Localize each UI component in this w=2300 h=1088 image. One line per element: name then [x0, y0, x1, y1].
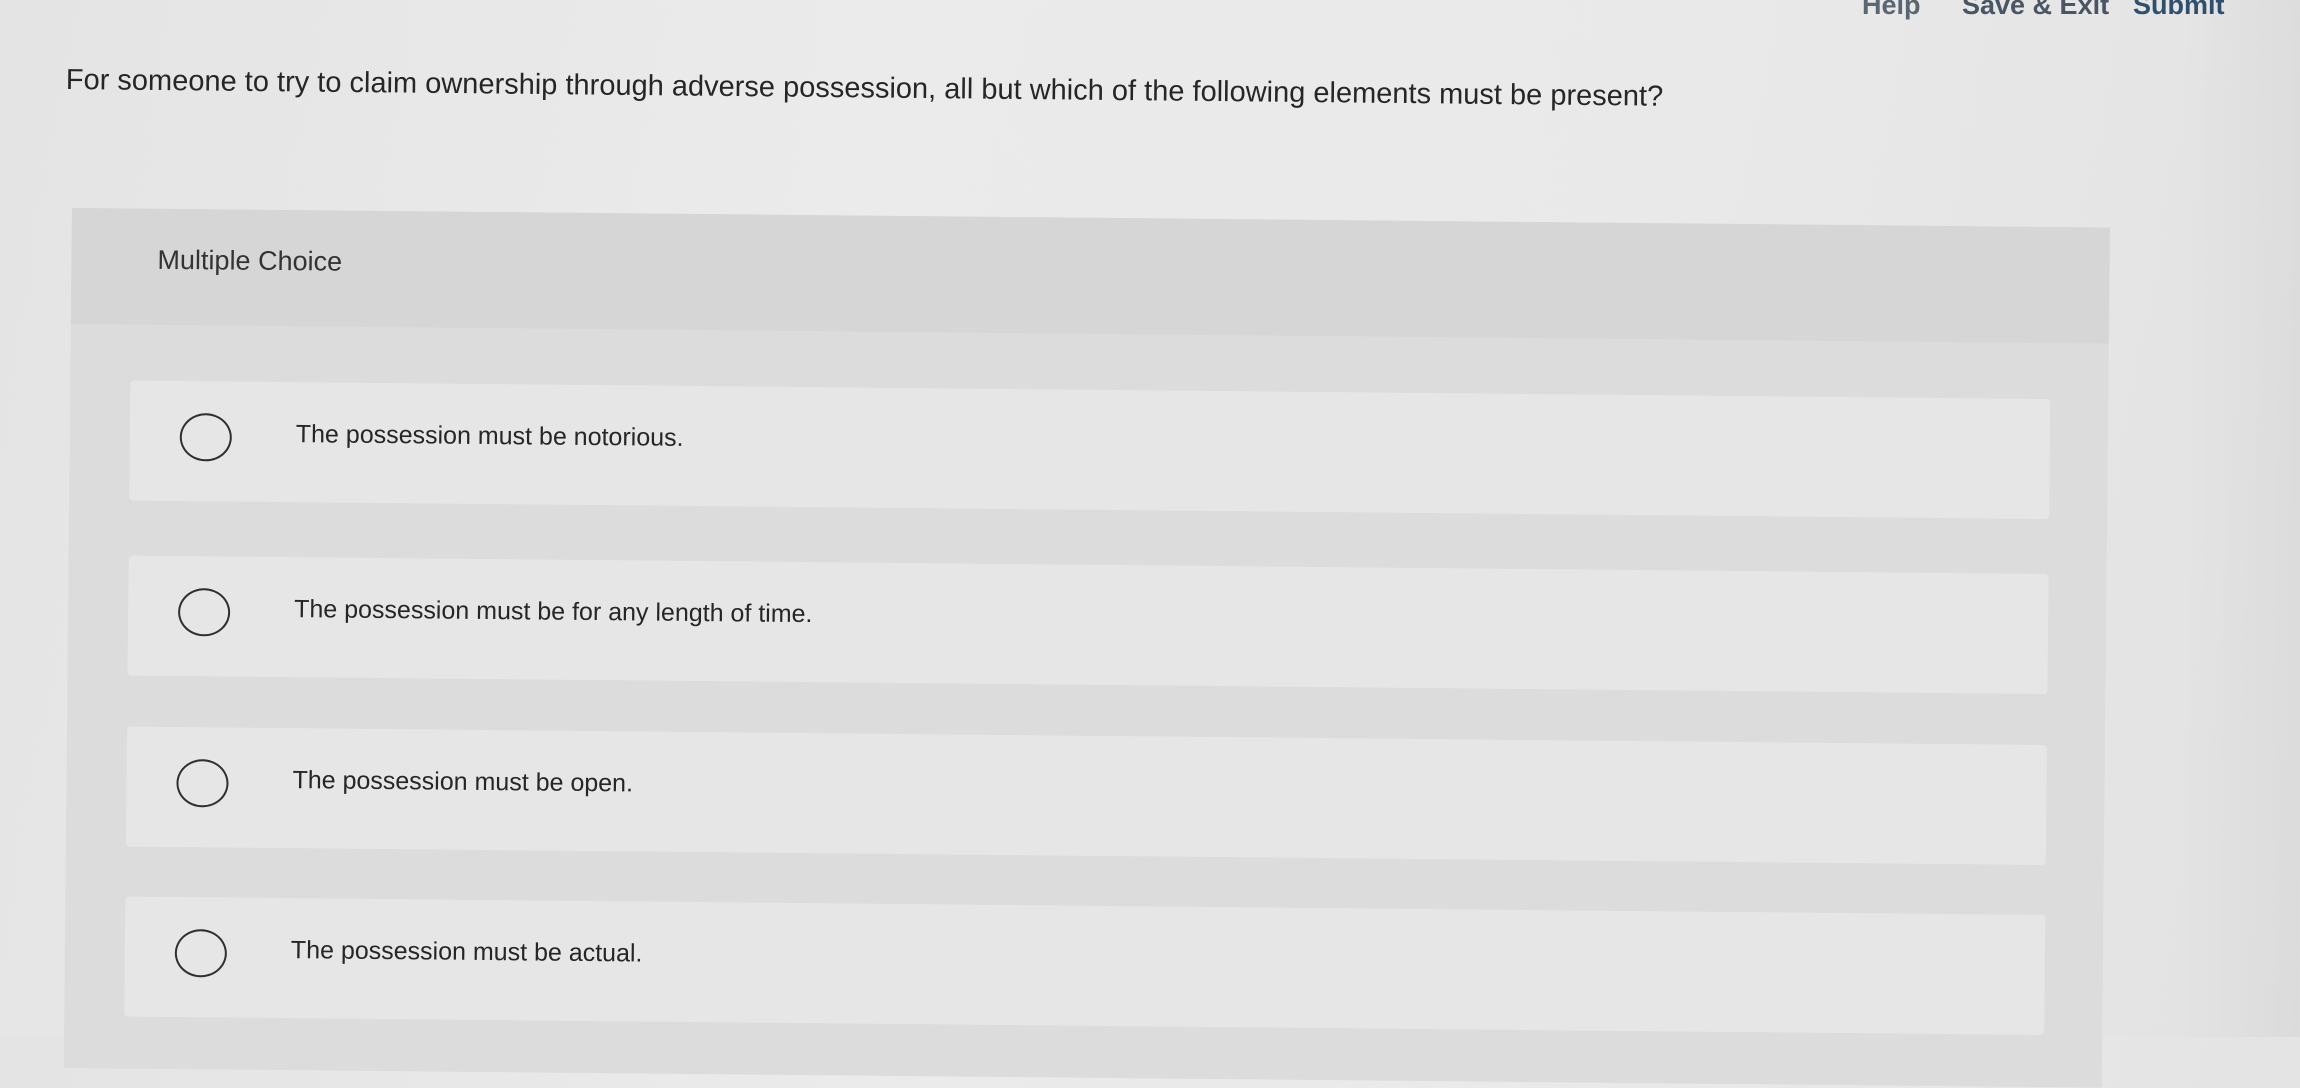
screen-edge-shade: [2180, 0, 2300, 1037]
choice-label: The possession must be for any length of…: [294, 595, 813, 629]
radio-button[interactable]: [177, 588, 231, 637]
multiple-choice-header: Multiple Choice: [70, 208, 2110, 344]
save-exit-button[interactable]: Save & Exit: [1962, 0, 2109, 21]
multiple-choice-panel: Multiple Choice The possession must be n…: [63, 208, 2110, 1088]
help-link[interactable]: Help: [1862, 0, 1921, 21]
multiple-choice-label: Multiple Choice: [157, 244, 343, 277]
choice-label: The possession must be actual.: [290, 936, 643, 968]
choice-option-3[interactable]: The possession must be open.: [125, 726, 2047, 865]
choice-label: The possession must be open.: [292, 766, 634, 798]
radio-button[interactable]: [179, 413, 233, 462]
choice-option-1[interactable]: The possession must be notorious.: [129, 380, 2051, 519]
top-nav: Help Save & Exit Submit: [0, 0, 2300, 34]
question-text: For someone to try to claim ownership th…: [65, 64, 1664, 113]
choice-option-4[interactable]: The possession must be actual.: [124, 896, 2046, 1035]
quiz-page: Help Save & Exit Submit For someone to t…: [0, 0, 2300, 1088]
choice-label: The possession must be notorious.: [295, 420, 684, 452]
choice-option-2[interactable]: The possession must be for any length of…: [127, 555, 2049, 694]
radio-button[interactable]: [174, 929, 228, 978]
radio-button[interactable]: [176, 759, 229, 808]
